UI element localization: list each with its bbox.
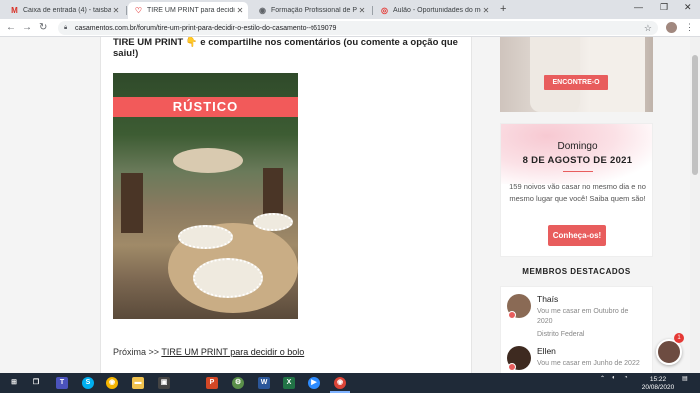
tab-strip: M Caixa de entrada (4) - taisbasso ✕ ♡ T…	[0, 0, 700, 19]
notifications-icon[interactable]: ▤	[682, 375, 688, 382]
member-info: Vou me casar em Junho de 2022	[537, 359, 642, 369]
chrome-icon[interactable]: ◉	[106, 377, 118, 389]
tab-label: Aulão - Oportunidades do merc	[393, 7, 481, 14]
clock-time: 15:22	[649, 376, 667, 383]
featured-members-title: MEMBROS DESTACADOS	[522, 267, 631, 276]
tab-casamentos[interactable]: ♡ TIRE UM PRINT para decidir o est ✕	[128, 2, 248, 19]
bookmark-star-icon[interactable]: ☆	[644, 23, 652, 34]
wedding-date-promo: Domingo 8 DE AGOSTO DE 2021 159 noivos v…	[500, 123, 653, 257]
close-icon[interactable]: ✕	[481, 6, 491, 15]
tab-aulao[interactable]: ◎ Aulão - Oportunidades do merc ✕	[374, 2, 494, 19]
tab-separator	[372, 6, 373, 15]
forum-post: TIRE UM PRINT 👇 e compartilhe nos coment…	[100, 37, 472, 373]
tab-label: TIRE UM PRINT para decidir o est	[147, 7, 235, 14]
start-icon[interactable]: ⊞	[8, 377, 20, 389]
tab-formacao[interactable]: ◉ Formação Profissional de Person ✕	[252, 2, 370, 19]
casamentos-icon: ♡	[134, 6, 143, 15]
member-location: Distrito Federal	[537, 331, 585, 338]
gmail-icon: M	[11, 6, 18, 15]
next-post-link-row: Próxima >> TIRE UM PRINT para decidir o …	[113, 347, 304, 357]
restore-icon[interactable]: ❐	[660, 2, 668, 13]
next-post-link[interactable]: TIRE UM PRINT para decidir o bolo	[161, 347, 304, 357]
network-icon[interactable]: ◐	[612, 375, 616, 381]
badge-icon	[508, 363, 516, 371]
task-view-icon[interactable]: ❒	[30, 377, 42, 389]
close-icon[interactable]: ✕	[111, 6, 121, 15]
watercolor-decor	[501, 124, 652, 184]
member-info: Vou me casar em Outubro de 2020 Distrito…	[537, 307, 642, 340]
page-content: TIRE UM PRINT 👇 e compartilhe nos coment…	[0, 37, 700, 373]
member-name[interactable]: Thaís	[537, 294, 558, 304]
system-clock[interactable]: 15:22 20/08/2020	[638, 376, 678, 392]
sidebar-banner-image[interactable]: ENCONTRE-O	[500, 37, 653, 112]
post-image[interactable]: RÚSTICO	[113, 73, 298, 319]
promo-date: 8 DE AGOSTO DE 2021	[522, 155, 633, 166]
plate-decor	[253, 213, 293, 231]
tray-chevron-icon[interactable]: ⌃	[600, 375, 605, 382]
word-icon[interactable]: W	[258, 377, 270, 389]
tab-separator	[126, 6, 127, 15]
address-toolbar: ← → ↻ 🔒︎ casamentos.com.br/forum/tire-um…	[0, 19, 700, 37]
menu-icon[interactable]: ⋮	[685, 22, 694, 33]
notification-badge: 1	[674, 333, 684, 343]
chrome-active-icon[interactable]: ◉	[334, 377, 346, 389]
tab-label: Formação Profissional de Person	[271, 7, 357, 14]
member-name[interactable]: Ellen	[537, 346, 556, 356]
skype-icon[interactable]: S	[82, 377, 94, 389]
profile-avatar[interactable]	[666, 22, 677, 33]
find-button[interactable]: ENCONTRE-O	[544, 75, 608, 90]
lock-icon: 🔒︎	[64, 24, 68, 31]
settings-icon[interactable]: ⚙	[232, 377, 244, 389]
close-icon[interactable]: ✕	[235, 6, 245, 15]
next-prefix: Próxima >>	[113, 347, 162, 357]
promo-day: Domingo	[557, 141, 598, 152]
volume-icon[interactable]: ◔	[624, 375, 628, 381]
excel-icon[interactable]: X	[283, 377, 295, 389]
powerpoint-icon[interactable]: P	[206, 377, 218, 389]
webinar-icon: ◎	[381, 6, 388, 15]
url-bar[interactable]: 🔒︎ casamentos.com.br/forum/tire-um-print…	[58, 21, 658, 35]
explorer-icon[interactable]: ▬	[132, 377, 144, 389]
store-icon[interactable]: ▣	[158, 377, 170, 389]
list-item[interactable]: Ellen Vou me casar em Junho de 2022	[507, 346, 647, 373]
member-wedding-date: Vou me casar em Outubro de 2020	[537, 308, 629, 325]
minimize-icon[interactable]: —	[634, 2, 643, 12]
clock-date: 20/08/2020	[641, 384, 675, 391]
style-banner: RÚSTICO	[113, 97, 298, 117]
plate-decor	[193, 258, 263, 298]
promo-description: 159 noivos vão casar no mesmo dia e no m…	[509, 182, 646, 203]
list-item[interactable]: Thaís Vou me casar em Outubro de 2020 Di…	[507, 294, 647, 339]
divider	[563, 171, 593, 172]
teams-icon[interactable]: T	[56, 377, 68, 389]
post-text: TIRE UM PRINT 👇 e compartilhe nos coment…	[113, 37, 458, 59]
badge-icon	[508, 311, 516, 319]
tab-label: Caixa de entrada (4) - taisbasso	[23, 7, 111, 14]
new-tab-button[interactable]: +	[500, 3, 506, 15]
tab-gmail[interactable]: M Caixa de entrada (4) - taisbasso ✕	[4, 2, 124, 19]
scrollbar-thumb[interactable]	[692, 55, 698, 175]
meet-them-button[interactable]: Conheça-os!	[548, 225, 606, 246]
close-icon[interactable]: ✕	[357, 6, 367, 15]
reload-icon[interactable]: ↻	[39, 22, 47, 33]
back-icon[interactable]: ←	[6, 22, 16, 33]
zoom-icon[interactable]: ▶	[308, 377, 320, 389]
plate-decor	[178, 225, 233, 249]
featured-members-list: Thaís Vou me casar em Outubro de 2020 Di…	[500, 286, 653, 373]
forward-icon[interactable]: →	[22, 22, 32, 33]
close-window-icon[interactable]: ✕	[684, 2, 692, 13]
windows-taskbar: ⊞ ❒ T S ◉ ▬ ▣ P ⚙ W X ▶ ◉ ⌃ ◐ ◔ 15:22 20…	[0, 373, 700, 393]
globe-icon: ◉	[259, 6, 266, 15]
url-text: casamentos.com.br/forum/tire-um-print-pa…	[75, 24, 337, 32]
page-scrollbar[interactable]	[690, 37, 700, 373]
table-decor	[173, 148, 243, 173]
chair-decor	[121, 173, 143, 233]
member-wedding-date: Vou me casar em Junho de 2022	[537, 360, 640, 367]
